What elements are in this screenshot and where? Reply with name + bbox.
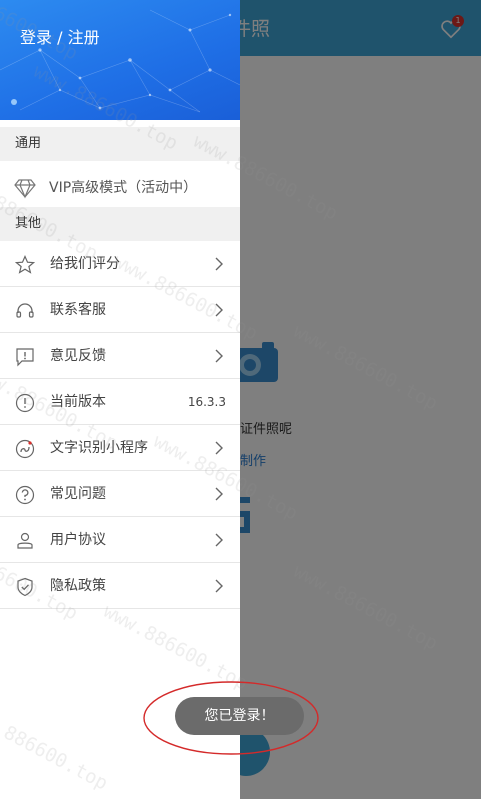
menu-item-feedback[interactable]: 意见反馈 [0,333,240,379]
chevron-right-icon [215,257,223,271]
login-register-link[interactable]: 登录 / 注册 [20,24,100,48]
star-icon [15,255,35,274]
mini-program-icon [15,439,35,459]
drawer-header: 登录 / 注册 [0,0,240,120]
menu-item-label: 当前版本 [50,394,106,410]
chevron-right-icon [215,303,223,317]
menu-item-label: 联系客服 [50,302,106,318]
menu-item-label: 隐私政策 [50,578,106,594]
menu-item-privacy-policy[interactable]: 隐私政策 [0,563,240,609]
chevron-right-icon [215,579,223,593]
chevron-right-icon [215,441,223,455]
feedback-icon [16,348,34,367]
menu-item-text-recognition-mini-program[interactable]: 文字识别小程序 [0,425,240,471]
menu-item-rate-us[interactable]: 给我们评分 [0,241,240,287]
chevron-right-icon [215,487,223,501]
version-value: 16.3.3 [187,395,226,409]
menu-item-version[interactable]: 当前版本 16.3.3 [0,379,240,425]
network-decoration-icon [0,9,240,113]
privacy-shield-icon [17,577,33,597]
diamond-icon [14,179,36,199]
chevron-right-icon [215,349,223,363]
menu-item-label: 用户协议 [50,532,106,548]
chevron-right-icon [215,533,223,547]
user-agreement-icon [17,532,33,549]
menu-item-label: 常见问题 [50,486,106,502]
login-toast: 您已登录！ [175,697,304,735]
headset-icon [16,303,34,318]
section-header-general: 通用 [0,127,240,161]
menu-item-user-agreement[interactable]: 用户协议 [0,517,240,563]
menu-item-faq[interactable]: 常见问题 [0,471,240,517]
menu-item-label: 意见反馈 [50,348,106,364]
menu-item-label: 给我们评分 [50,256,120,272]
info-icon [15,393,35,413]
navigation-drawer: 登录 / 注册 通用 VIP高级模式（活动中） 其他 给我们评分 联系客服 意见… [0,0,240,799]
question-icon [15,485,35,505]
section-header-other: 其他 [0,207,240,241]
menu-item-label: 文字识别小程序 [50,440,148,456]
menu-item-customer-service[interactable]: 联系客服 [0,287,240,333]
